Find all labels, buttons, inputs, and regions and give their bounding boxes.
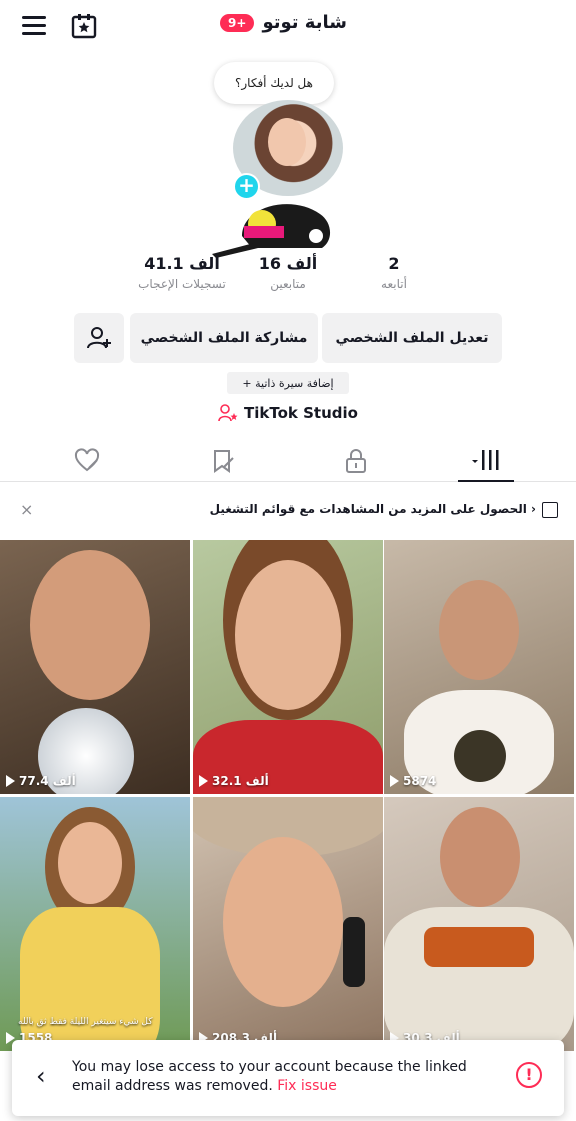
tiktok-studio-link[interactable]: TikTok Studio <box>0 404 576 422</box>
followers-stat[interactable]: 16 ألف متابعين <box>228 254 348 291</box>
hat-sticker <box>212 196 336 258</box>
playlist-icon <box>542 502 558 518</box>
bookmark-eye-icon <box>214 450 234 473</box>
view-count-value: 77.4 ألف <box>19 774 76 788</box>
studio-label: TikTok Studio <box>244 404 358 422</box>
page-title: شابة توتو <box>262 12 347 33</box>
edit-profile-button[interactable]: تعديل الملف الشخصي <box>322 313 502 363</box>
view-count: 5874 <box>390 774 436 788</box>
followers-label: متابعين <box>270 277 306 291</box>
chevron-down-icon <box>355 22 356 23</box>
toast-message: You may lose access to your account beca… <box>72 1058 492 1096</box>
view-count: 32.1 ألف <box>199 774 269 788</box>
video-thumbnail[interactable]: 30.3 ألف <box>384 797 574 1051</box>
view-count-value: 32.1 ألف <box>212 774 269 788</box>
view-count: 77.4 ألف <box>6 774 76 788</box>
playlist-banner-text[interactable]: الحصول على المزيد من المشاهدات مع قوائم … <box>210 502 536 516</box>
title-group[interactable]: 9+ شابة توتو <box>0 12 576 33</box>
playlist-banner[interactable]: × الحصول على المزيد من المشاهدات مع قوائ… <box>0 494 576 528</box>
lock-icon <box>346 449 366 473</box>
toast-message-text: You may lose access to your account beca… <box>72 1059 467 1094</box>
play-icon <box>390 775 399 787</box>
video-caption: كل شيء سيتغير الليلة فقط ثق بالله <box>18 1017 153 1027</box>
top-bar: 9+ شابة توتو <box>0 0 576 54</box>
thought-bubble[interactable]: هل لديك أفكار؟ <box>214 62 334 104</box>
heart-eye-icon <box>74 448 100 472</box>
notification-badge: 9+ <box>220 13 255 32</box>
video-thumbnail[interactable]: 32.1 ألف <box>193 540 383 794</box>
tab-saved[interactable] <box>210 448 236 474</box>
add-bio-button[interactable]: + إضافة سيرة ذاتية <box>227 372 349 394</box>
video-thumbnail[interactable]: كل شيء سيتغير الليلة فقط ثق بالله 1558 <box>0 797 190 1051</box>
tab-liked[interactable] <box>74 448 100 474</box>
active-tab-indicator <box>458 480 514 482</box>
add-friend-button[interactable] <box>74 313 124 363</box>
video-thumbnail[interactable]: 77.4 ألف <box>0 540 190 794</box>
likes-label: تسجيلات الإعجاب <box>138 277 226 291</box>
play-icon <box>199 775 208 787</box>
likes-count: 41.1 ألف <box>144 254 220 273</box>
video-thumbnail[interactable]: 5874 <box>384 540 574 794</box>
thought-prompt: هل لديك أفكار؟ <box>235 76 313 90</box>
video-thumbnail[interactable]: 208.3 ألف <box>193 797 383 1051</box>
following-count: 2 <box>388 254 400 273</box>
studio-person-icon <box>218 404 238 422</box>
view-count-value: 5874 <box>403 774 437 788</box>
profile-tabs <box>0 440 576 482</box>
grid-icon <box>472 450 499 470</box>
add-user-icon <box>87 327 111 349</box>
fix-issue-link[interactable]: Fix issue <box>277 1078 337 1094</box>
following-label: أتابعه <box>381 277 407 291</box>
following-stat[interactable]: 2 أتابعه <box>334 254 454 291</box>
close-icon[interactable]: × <box>20 500 33 519</box>
alert-icon: ! <box>516 1062 542 1088</box>
followers-count: 16 ألف <box>258 254 318 273</box>
tab-private[interactable] <box>344 448 370 474</box>
share-profile-button[interactable]: مشاركة الملف الشخصي <box>130 313 318 363</box>
tab-videos[interactable] <box>472 448 499 474</box>
warning-toast: ‹ You may lose access to your account be… <box>12 1040 564 1116</box>
profile-stats: 2 أتابعه 16 ألف متابعين 41.1 ألف تسجيلات… <box>0 254 576 298</box>
play-icon <box>6 775 15 787</box>
chevron-left-icon[interactable]: ‹ <box>36 1062 46 1090</box>
likes-stat[interactable]: 41.1 ألف تسجيلات الإعجاب <box>122 254 242 291</box>
